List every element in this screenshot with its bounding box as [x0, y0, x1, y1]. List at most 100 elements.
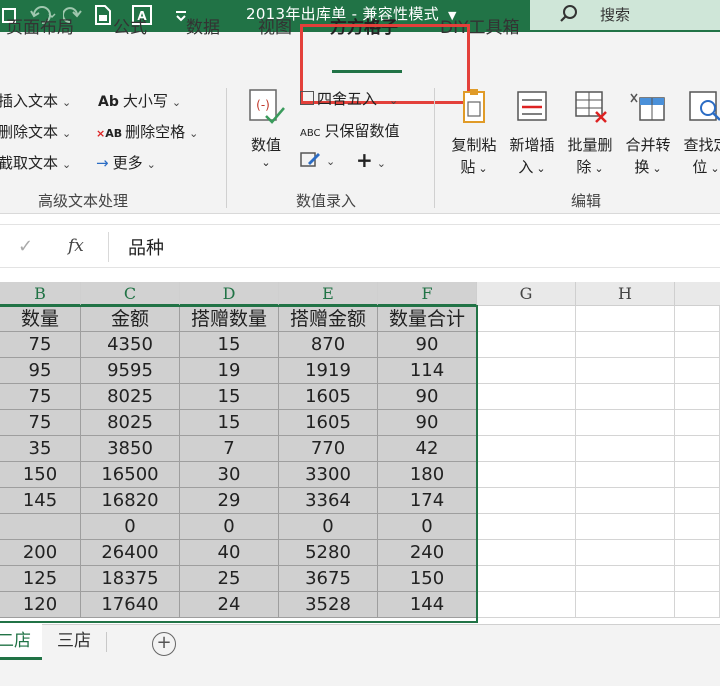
empty-cell[interactable] — [477, 306, 576, 332]
empty-cell[interactable] — [576, 306, 675, 332]
empty-cell[interactable] — [675, 462, 720, 488]
table-cell[interactable]: 19 — [180, 358, 279, 384]
table-cell[interactable]: 24 — [180, 592, 279, 618]
add-sheet-icon[interactable]: + — [152, 632, 176, 656]
empty-cell[interactable] — [675, 358, 720, 384]
empty-cell[interactable] — [675, 410, 720, 436]
header-cell[interactable]: 搭赠金额 — [279, 306, 378, 332]
document-icon[interactable] — [92, 4, 114, 26]
table-cell[interactable]: 16500 — [81, 462, 180, 488]
table-cell[interactable]: 18375 — [81, 566, 180, 592]
table-cell[interactable]: 3300 — [279, 462, 378, 488]
empty-cell[interactable] — [576, 436, 675, 462]
table-cell[interactable]: 35 — [0, 436, 81, 462]
extract-text-button[interactable]: 截取文本 ⌄ — [0, 152, 71, 173]
table-cell[interactable]: 120 — [0, 592, 81, 618]
table-cell[interactable]: 770 — [279, 436, 378, 462]
edit-value-button[interactable]: ⌄ — [300, 150, 335, 169]
table-cell[interactable]: 17640 — [81, 592, 180, 618]
table-cell[interactable]: 3850 — [81, 436, 180, 462]
empty-cell[interactable] — [675, 332, 720, 358]
table-cell[interactable]: 75 — [0, 332, 81, 358]
table-cell[interactable]: 174 — [378, 488, 477, 514]
empty-cell[interactable] — [576, 592, 675, 618]
table-cell[interactable]: 95 — [0, 358, 81, 384]
column-header-c[interactable]: C — [81, 282, 180, 306]
round-button[interactable]: 四舍五入 ⌄ — [300, 88, 398, 109]
function-button[interactable]: fx — [68, 236, 84, 256]
table-cell[interactable]: 90 — [378, 384, 477, 410]
table-cell[interactable]: 26400 — [81, 540, 180, 566]
empty-cell[interactable] — [477, 566, 576, 592]
empty-cell[interactable] — [675, 514, 720, 540]
table-cell[interactable]: 1919 — [279, 358, 378, 384]
empty-cell[interactable] — [675, 566, 720, 592]
empty-cell[interactable] — [477, 436, 576, 462]
search-box[interactable]: 搜索 — [530, 0, 720, 30]
empty-cell[interactable] — [477, 462, 576, 488]
more-button[interactable]: → 更多 ⌄ — [96, 152, 156, 173]
table-cell[interactable]: 90 — [378, 332, 477, 358]
numeric-button[interactable]: (-) 数值 ⌄ — [244, 88, 288, 170]
table-cell[interactable]: 200 — [0, 540, 81, 566]
table-cell[interactable]: 144 — [378, 592, 477, 618]
table-cell[interactable]: 3364 — [279, 488, 378, 514]
sheet-tab-3[interactable]: 三店 — [48, 624, 100, 660]
header-cell[interactable]: 数量 — [0, 306, 81, 332]
empty-cell[interactable] — [675, 306, 720, 332]
table-cell[interactable]: 150 — [378, 566, 477, 592]
insert-new-button[interactable]: 新增插 入 ⌄ — [506, 88, 558, 180]
tab-formulas[interactable]: 公式 — [113, 13, 147, 38]
keep-values-button[interactable]: ABC 只保留数值 — [300, 120, 400, 141]
empty-cell[interactable] — [477, 332, 576, 358]
empty-cell[interactable] — [675, 540, 720, 566]
header-cell[interactable]: 金额 — [81, 306, 180, 332]
empty-cell[interactable] — [675, 488, 720, 514]
empty-cell[interactable] — [675, 592, 720, 618]
find-locate-button[interactable]: 查找定 位⌄ — [680, 88, 720, 180]
table-cell[interactable]: 8025 — [81, 410, 180, 436]
empty-cell[interactable] — [576, 566, 675, 592]
plus-button[interactable]: + ⌄ — [356, 148, 386, 172]
table-cell[interactable] — [0, 514, 81, 540]
column-header-h[interactable]: H — [576, 282, 675, 306]
table-cell[interactable]: 75 — [0, 410, 81, 436]
empty-cell[interactable] — [576, 332, 675, 358]
table-cell[interactable]: 16820 — [81, 488, 180, 514]
empty-cell[interactable] — [576, 488, 675, 514]
table-cell[interactable]: 3528 — [279, 592, 378, 618]
table-cell[interactable]: 0 — [81, 514, 180, 540]
table-cell[interactable]: 8025 — [81, 384, 180, 410]
column-header-d[interactable]: D — [180, 282, 279, 306]
table-cell[interactable]: 1605 — [279, 384, 378, 410]
table-cell[interactable]: 15 — [180, 384, 279, 410]
table-cell[interactable]: 4350 — [81, 332, 180, 358]
empty-cell[interactable] — [576, 410, 675, 436]
table-cell[interactable]: 3675 — [279, 566, 378, 592]
empty-cell[interactable] — [576, 462, 675, 488]
table-cell[interactable]: 25 — [180, 566, 279, 592]
formula-input[interactable]: 品种 — [128, 234, 164, 260]
table-cell[interactable]: 240 — [378, 540, 477, 566]
copy-paste-button[interactable]: 复制粘 贴 ⌄ — [448, 88, 500, 180]
check-icon[interactable]: ✓ — [18, 236, 33, 257]
merge-convert-button[interactable]: 合并转 换 ⌄ — [622, 88, 674, 180]
empty-cell[interactable] — [576, 384, 675, 410]
case-button[interactable]: Ab 大小写 ⌄ — [98, 90, 181, 111]
empty-cell[interactable] — [576, 358, 675, 384]
empty-cell[interactable] — [675, 384, 720, 410]
table-cell[interactable]: 9595 — [81, 358, 180, 384]
empty-cell[interactable] — [675, 436, 720, 462]
empty-cell[interactable] — [477, 358, 576, 384]
table-cell[interactable]: 125 — [0, 566, 81, 592]
empty-cell[interactable] — [477, 384, 576, 410]
table-cell[interactable]: 40 — [180, 540, 279, 566]
header-cell[interactable]: 数量合计 — [378, 306, 477, 332]
table-cell[interactable]: 0 — [279, 514, 378, 540]
empty-cell[interactable] — [477, 514, 576, 540]
empty-cell[interactable] — [477, 488, 576, 514]
table-cell[interactable]: 7 — [180, 436, 279, 462]
table-cell[interactable]: 42 — [378, 436, 477, 462]
table-cell[interactable]: 0 — [378, 514, 477, 540]
empty-cell[interactable] — [477, 540, 576, 566]
